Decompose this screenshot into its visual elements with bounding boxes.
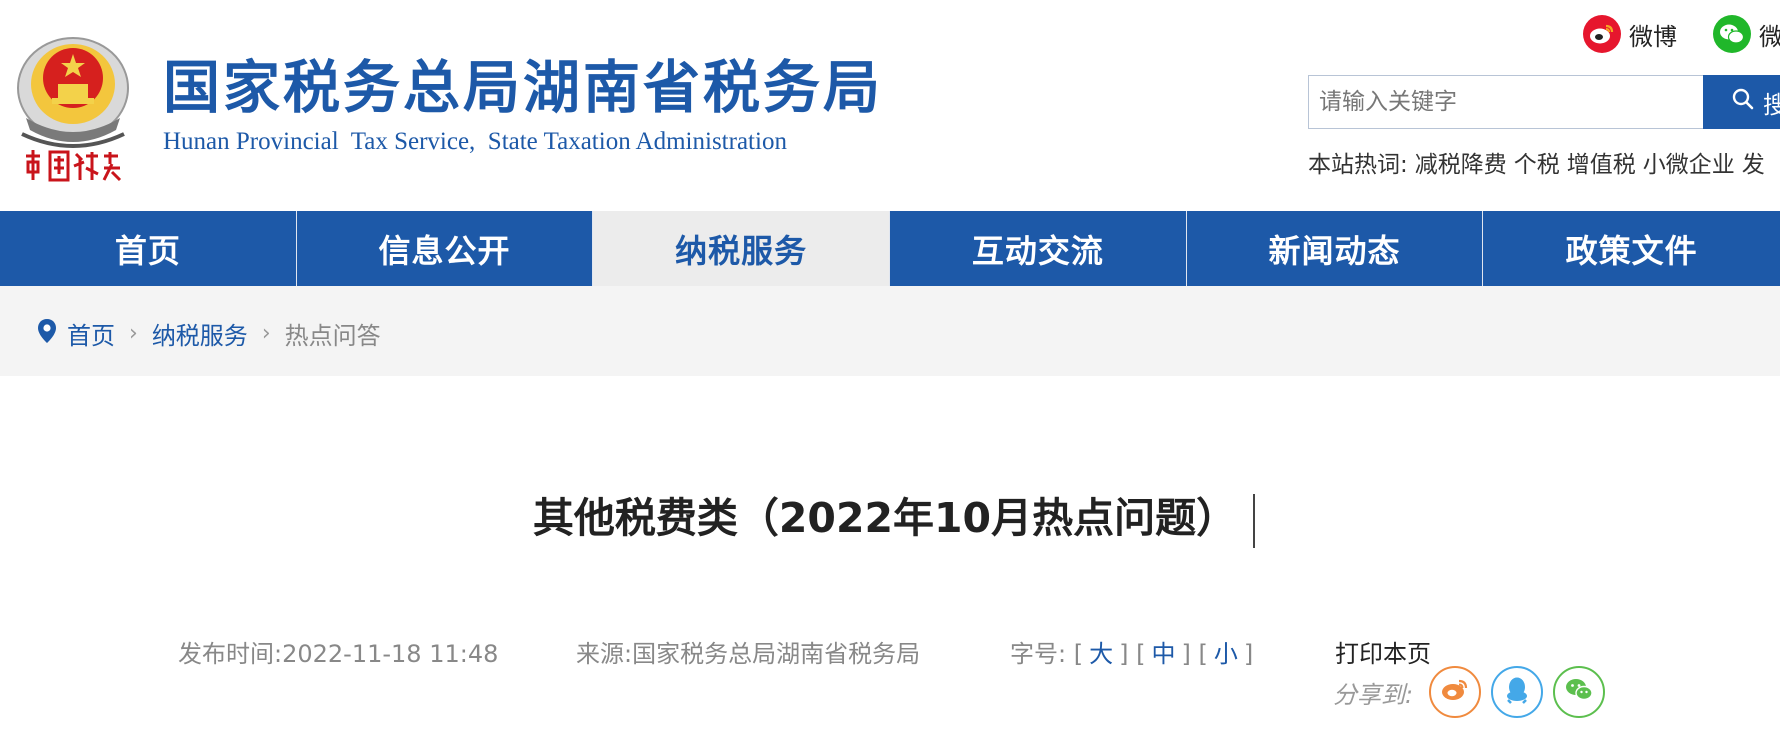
hot-word-link[interactable]: 增值税: [1567, 145, 1636, 179]
nav-item-info-disclosure[interactable]: 信息公开: [297, 211, 594, 286]
search-input[interactable]: [1309, 76, 1703, 128]
tax-emblem-logo[interactable]: [12, 26, 134, 186]
hot-word-link[interactable]: 个税: [1514, 145, 1560, 179]
breadcrumb-home[interactable]: 首页: [67, 316, 115, 351]
wechat-icon: [1564, 677, 1594, 707]
font-size-medium-button[interactable]: 中: [1152, 640, 1176, 668]
wechat-label: 微: [1759, 22, 1780, 51]
search-button-label: 搜: [1763, 90, 1780, 119]
weibo-link[interactable]: 微博: [1583, 14, 1677, 54]
publish-time-label: 发布时间:: [178, 640, 283, 668]
qq-icon: [1505, 676, 1529, 708]
weibo-label: 微博: [1629, 22, 1677, 51]
wechat-icon: [1713, 15, 1751, 53]
share-wechat-button[interactable]: [1553, 666, 1606, 718]
article-source: 来源:国家税务总局湖南省税务局: [576, 634, 920, 669]
share-label: 分享到:: [1333, 680, 1414, 709]
breadcrumb-bar: 首页 › 纳税服务 › 热点问答: [0, 286, 1780, 376]
nav-item-interaction[interactable]: 互动交流: [890, 211, 1187, 286]
chevron-right-icon: ›: [129, 321, 138, 346]
weibo-icon: [1440, 677, 1470, 707]
font-size-large-button[interactable]: 大: [1089, 640, 1113, 668]
weibo-icon: [1583, 15, 1621, 53]
publish-time: 发布时间:2022-11-18 11:48: [178, 634, 498, 669]
source-value: 国家税务总局湖南省税务局: [632, 640, 921, 668]
source-label: 来源:: [576, 640, 633, 668]
breadcrumb: 首页 › 纳税服务 › 热点问答: [37, 316, 381, 351]
wechat-link[interactable]: 微: [1713, 14, 1780, 54]
nav-item-tax-service[interactable]: 纳税服务: [593, 211, 891, 286]
text-caret: [1253, 494, 1256, 548]
publish-time-value: 2022-11-18 11:48: [282, 640, 499, 668]
article-title: 其他税费类（2022年10月热点问题）: [8, 484, 1780, 548]
chevron-right-icon: ›: [261, 321, 271, 346]
article-title-text: 其他税费类（2022年10月热点问题）: [532, 494, 1238, 542]
search-icon: [1731, 87, 1755, 117]
site-title[interactable]: 国家税务总局湖南省税务局: [163, 56, 883, 120]
print-page-button[interactable]: 打印本页: [1335, 634, 1431, 669]
nav-item-home[interactable]: 首页: [0, 211, 297, 286]
main-nav: 首页 信息公开 纳税服务 互动交流 新闻动态 政策文件: [0, 211, 1780, 286]
share-bar: 分享到:: [1333, 666, 1606, 718]
site-header: 国家税务总局湖南省税务局 Hunan Provincial Tax Servic…: [0, 0, 1780, 211]
font-size-switcher: 字号: [大] [中] [小]: [1010, 640, 1254, 668]
font-size-label: 字号:: [1010, 640, 1067, 668]
article: 其他税费类（2022年10月热点问题） 发布时间:2022-11-18 11:4…: [8, 376, 1780, 730]
hot-word-link[interactable]: 发: [1742, 145, 1765, 179]
share-weibo-button[interactable]: [1429, 666, 1482, 718]
share-qq-button[interactable]: [1491, 666, 1544, 718]
hot-word-link[interactable]: 减税降费: [1415, 145, 1507, 179]
hot-word-link[interactable]: 小微企业: [1643, 145, 1735, 179]
hot-words-label: 本站热词:: [1308, 152, 1408, 178]
breadcrumb-tax-service[interactable]: 纳税服务: [152, 316, 248, 351]
location-pin-icon: [37, 318, 57, 350]
search-button[interactable]: 搜: [1703, 75, 1780, 129]
site-subtitle: Hunan Provincial Tax Service, State Taxa…: [163, 128, 787, 155]
nav-item-news[interactable]: 新闻动态: [1187, 211, 1484, 286]
search-box: [1308, 75, 1704, 129]
hot-words: 本站热词: 减税降费 个税 增值税 小微企业 发: [1308, 145, 1765, 179]
font-size-small-button[interactable]: 小: [1214, 640, 1238, 668]
breadcrumb-current: 热点问答: [284, 322, 381, 350]
nav-item-policy-files[interactable]: 政策文件: [1483, 211, 1780, 286]
